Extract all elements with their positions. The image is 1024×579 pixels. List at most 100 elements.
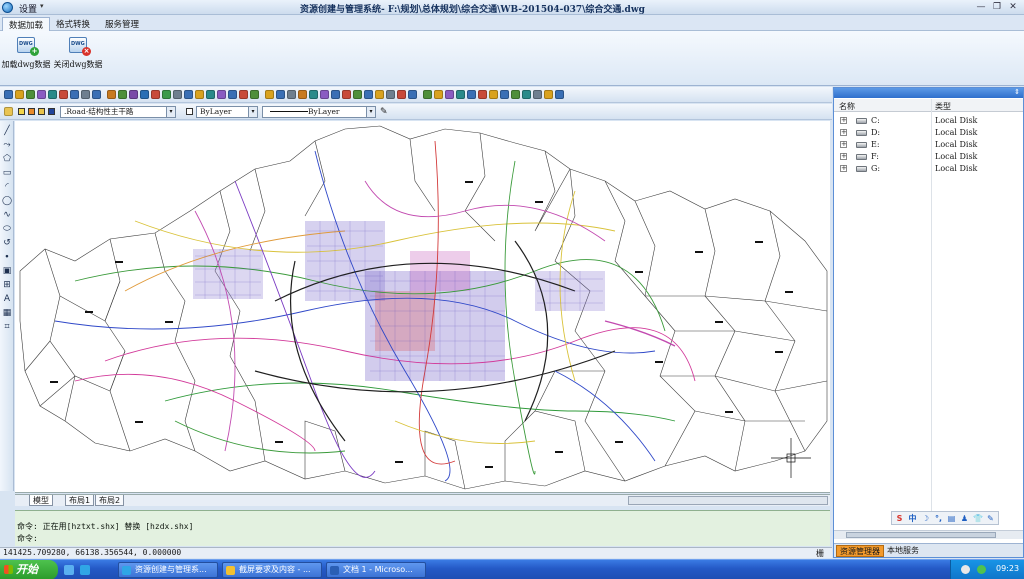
taskbar-item-app[interactable]: 资源创建与管理系... xyxy=(118,562,218,578)
column-name-header[interactable]: 名称 xyxy=(839,101,855,112)
ime-tool-icon[interactable]: ♟ xyxy=(960,514,969,523)
app-icon[interactable] xyxy=(2,2,13,13)
toolbar-tool-icon[interactable] xyxy=(217,90,226,99)
sun-icon[interactable] xyxy=(28,108,35,115)
drawing-canvas[interactable] xyxy=(15,121,830,493)
tab-service-manage[interactable]: 服务管理 xyxy=(99,17,145,31)
taskbar-item-folder[interactable]: 截屏要求及内容 - ... xyxy=(222,562,322,578)
ime-tool-icon[interactable]: 中 xyxy=(908,514,917,523)
toolbar-tool-icon[interactable] xyxy=(489,90,498,99)
close-button[interactable]: ✕ xyxy=(1007,2,1019,13)
tab-local-service[interactable]: 本地服务 xyxy=(884,545,922,557)
toolbar-tool-icon[interactable] xyxy=(331,90,340,99)
toolbar-tool-icon[interactable] xyxy=(511,90,520,99)
expand-icon[interactable]: + xyxy=(840,153,847,160)
volume-icon[interactable] xyxy=(961,565,970,574)
pin-icon[interactable]: ⇕ xyxy=(1014,88,1020,96)
minimize-button[interactable]: — xyxy=(975,2,987,13)
expand-icon[interactable]: + xyxy=(840,129,847,136)
toolbar-tool-icon[interactable] xyxy=(478,90,487,99)
draw-tool-icon[interactable]: ▦ xyxy=(1,307,13,319)
toolbar-tool-icon[interactable] xyxy=(364,90,373,99)
layer-select[interactable]: .Road-结构性主干路 ▾ xyxy=(60,106,176,118)
tab-model[interactable]: 模型 xyxy=(29,495,53,506)
expand-icon[interactable]: + xyxy=(840,141,847,148)
drive-row-d[interactable]: + D: Local Disk xyxy=(834,127,1023,139)
toolbar-tool-icon[interactable] xyxy=(206,90,215,99)
toolbar-tool-icon[interactable] xyxy=(353,90,362,99)
bulb-icon[interactable] xyxy=(18,108,25,115)
toolbar-tool-icon[interactable] xyxy=(386,90,395,99)
status-grid-toggle[interactable]: 栅 xyxy=(816,548,824,559)
toolbar-tool-icon[interactable] xyxy=(184,90,193,99)
desktop-icon[interactable] xyxy=(80,565,90,575)
settings-menu[interactable]: 设置 xyxy=(19,2,37,15)
toolbar-tool-icon[interactable] xyxy=(276,90,285,99)
toolbar-tool-icon[interactable] xyxy=(4,90,13,99)
tab-layout1[interactable]: 布局1 xyxy=(65,495,95,506)
chevron-down-icon[interactable]: ▾ xyxy=(40,2,44,10)
toolbar-tool-icon[interactable] xyxy=(107,90,116,99)
expand-icon[interactable]: + xyxy=(840,165,847,172)
toolbar-tool-icon[interactable] xyxy=(555,90,564,99)
network-icon[interactable] xyxy=(977,565,986,574)
command-window[interactable]: 命令: 正在用[hztxt.shx] 替换 [hzdx.shx] 命令: xyxy=(15,510,830,546)
tab-format-convert[interactable]: 格式转换 xyxy=(50,17,96,31)
toolbar-tool-icon[interactable] xyxy=(408,90,417,99)
toolbar-tool-icon[interactable] xyxy=(456,90,465,99)
toolbar-tool-icon[interactable] xyxy=(151,90,160,99)
toolbar-tool-icon[interactable] xyxy=(250,90,259,99)
ime-tool-icon[interactable]: ☽ xyxy=(921,514,930,523)
maximize-button[interactable]: ❐ xyxy=(991,2,1003,13)
toolbar-tool-icon[interactable] xyxy=(140,90,149,99)
toolbar-tool-icon[interactable] xyxy=(118,90,127,99)
toolbar-tool-icon[interactable] xyxy=(467,90,476,99)
toolbar-tool-icon[interactable] xyxy=(129,90,138,99)
toolbar-tool-icon[interactable] xyxy=(265,90,274,99)
layer-manager-icon[interactable] xyxy=(4,107,13,116)
drive-row-c[interactable]: + C: Local Disk xyxy=(834,115,1023,127)
toolbar-tool-icon[interactable] xyxy=(533,90,542,99)
toolbar-tool-icon[interactable] xyxy=(228,90,237,99)
toolbar-tool-icon[interactable] xyxy=(375,90,384,99)
toolbar-tool-icon[interactable] xyxy=(48,90,57,99)
color-select[interactable]: ByLayer ▾ xyxy=(196,106,258,118)
drive-row-f[interactable]: + F: Local Disk xyxy=(834,151,1023,163)
draw-tool-icon[interactable]: ∙ xyxy=(1,251,13,263)
panel-horizontal-scrollbar[interactable] xyxy=(834,530,1023,539)
toolbar-tool-icon[interactable] xyxy=(423,90,432,99)
ie-icon[interactable] xyxy=(64,565,74,575)
toolbar-tool-icon[interactable] xyxy=(342,90,351,99)
draw-tool-icon[interactable]: ◜ xyxy=(1,181,13,193)
toolbar-tool-icon[interactable] xyxy=(92,90,101,99)
start-button[interactable]: 开始 xyxy=(0,560,58,579)
toolbar-tool-icon[interactable] xyxy=(309,90,318,99)
draw-tool-icon[interactable]: ↺ xyxy=(1,237,13,249)
toolbar-tool-icon[interactable] xyxy=(15,90,24,99)
linetype-select[interactable]: ByLayer ▾ xyxy=(262,106,376,118)
ime-tool-icon[interactable]: °, xyxy=(934,514,943,523)
draw-tool-icon[interactable]: ⌗ xyxy=(1,321,13,333)
draw-tool-icon[interactable]: ▣ xyxy=(1,265,13,277)
chevron-down-icon[interactable]: ▾ xyxy=(166,107,175,117)
toolbar-tool-icon[interactable] xyxy=(544,90,553,99)
draw-tool-icon[interactable]: ⤳ xyxy=(1,139,13,151)
layer-color-icon[interactable] xyxy=(48,108,55,115)
drive-row-e[interactable]: + E: Local Disk xyxy=(834,139,1023,151)
toolbar-tool-icon[interactable] xyxy=(320,90,329,99)
ime-tool-icon[interactable]: S xyxy=(895,514,904,523)
toolbar-tool-icon[interactable] xyxy=(287,90,296,99)
draw-tool-icon[interactable]: ╱ xyxy=(1,125,13,137)
draw-tool-icon[interactable]: ◯ xyxy=(1,195,13,207)
toolbar-tool-icon[interactable] xyxy=(500,90,509,99)
toolbar-tool-icon[interactable] xyxy=(81,90,90,99)
draw-tool-icon[interactable]: ⊞ xyxy=(1,279,13,291)
scrollbar-thumb[interactable] xyxy=(846,532,996,538)
draw-tool-icon[interactable]: ⬭ xyxy=(1,223,13,235)
toolbar-tool-icon[interactable] xyxy=(522,90,531,99)
toolbar-tool-icon[interactable] xyxy=(26,90,35,99)
command-prompt[interactable]: 命令: xyxy=(17,533,38,544)
tab-layout2[interactable]: 布局2 xyxy=(95,495,125,506)
chevron-down-icon[interactable]: ▾ xyxy=(248,107,257,117)
toolbar-tool-icon[interactable] xyxy=(70,90,79,99)
